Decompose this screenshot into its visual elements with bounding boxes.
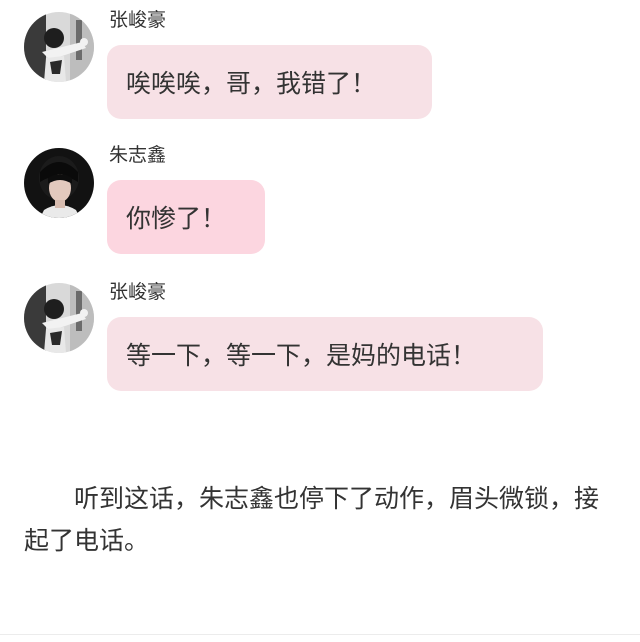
chat-message: 张峻豪 等一下，等一下，是妈的电话！ — [0, 275, 640, 395]
chat-message: 朱志鑫 你惨了！ — [0, 140, 640, 260]
sender-name: 朱志鑫 — [109, 144, 167, 166]
avatar-zhang-junhao-icon[interactable] — [24, 283, 94, 353]
message-bubble[interactable]: 等一下，等一下，是妈的电话！ — [107, 317, 543, 391]
message-bubble[interactable]: 唉唉唉，哥，我错了！ — [107, 45, 432, 119]
sender-name: 张峻豪 — [109, 281, 167, 303]
sender-name: 张峻豪 — [109, 9, 167, 31]
message-bubble[interactable]: 你惨了！ — [107, 180, 265, 254]
avatar-zhu-zhixin-icon[interactable] — [24, 148, 94, 218]
divider — [0, 634, 640, 635]
narration-paragraph: 听到这话，朱志鑫也停下了动作，眉头微锁，接起了电话。 — [24, 484, 600, 555]
chat-message: 张峻豪 唉唉唉，哥，我错了！ — [0, 0, 640, 125]
avatar-zhang-junhao-icon[interactable] — [24, 12, 94, 82]
